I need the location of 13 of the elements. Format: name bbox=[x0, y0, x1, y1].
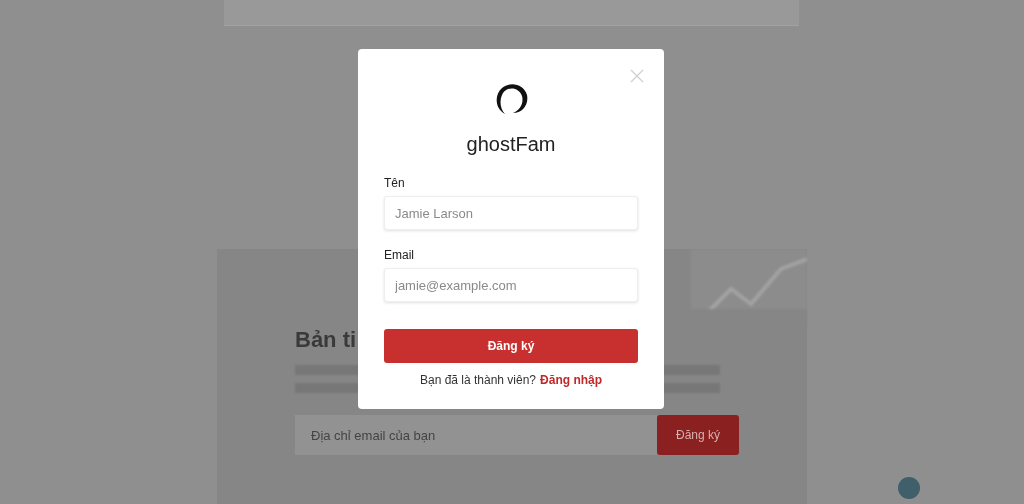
close-icon[interactable] bbox=[630, 69, 644, 83]
email-field[interactable]: Địa chỉ email của bạn bbox=[295, 415, 657, 455]
field-label: Email bbox=[384, 248, 415, 262]
field-label: Tên bbox=[384, 176, 406, 190]
member-prompt: Bạn đã là thành viên? bbox=[419, 373, 537, 387]
subscribe-button[interactable]: Đăng ký bbox=[657, 415, 739, 455]
signup-button[interactable]: Đăng ký bbox=[384, 329, 638, 363]
input-field[interactable]: Jamie Larson bbox=[384, 196, 638, 230]
brand-name: ghostFam bbox=[466, 133, 556, 156]
newsletter-heading: Bản ti bbox=[295, 327, 357, 353]
login-link[interactable]: Đăng nhập bbox=[540, 373, 603, 387]
avatar-icon bbox=[898, 477, 920, 499]
input-field[interactable]: jamie@example.com bbox=[384, 268, 638, 302]
